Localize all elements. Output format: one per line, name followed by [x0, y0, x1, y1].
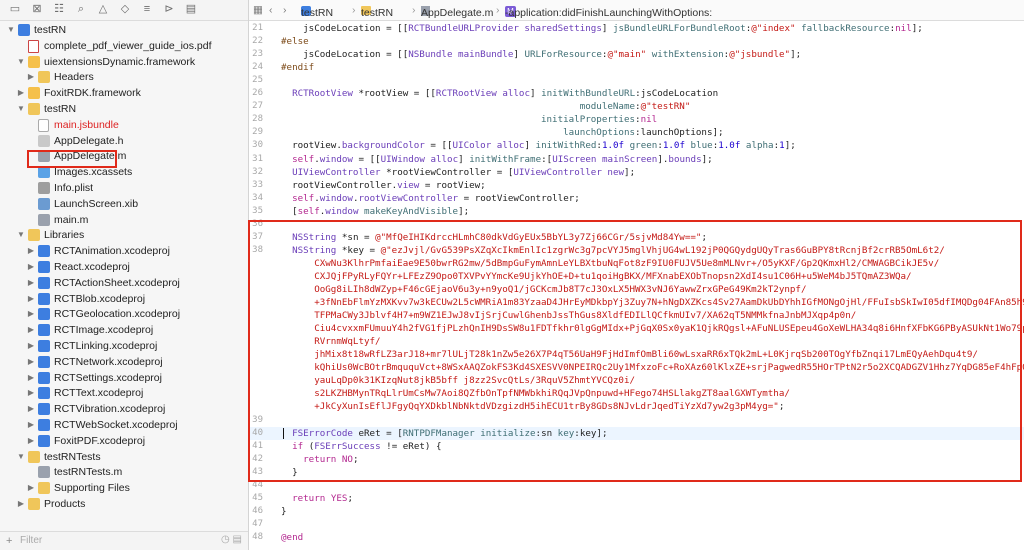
- debug-icon[interactable]: ≡: [140, 3, 154, 16]
- line-number: 29: [252, 127, 263, 138]
- forward-icon[interactable]: ›: [283, 3, 287, 17]
- navigator-item[interactable]: ▶ Products: [0, 495, 248, 513]
- xcodeproj-icon: [38, 324, 50, 337]
- project-navigator: ▭ ⊠ ☷ ⌕ △ ◇ ≡ ⊳ ▤ ▼ testRN complete_pdf_vi…: [0, 0, 249, 550]
- warning-icon[interactable]: △: [96, 3, 110, 16]
- breadcrumb-label: -application:didFinishLaunchingWithOptio…: [505, 7, 713, 19]
- xcodeproj-icon: [38, 403, 50, 416]
- code-line[interactable]: moduleName:@"testRN": [281, 101, 691, 112]
- framework-icon: [28, 87, 40, 100]
- line-number: 47: [252, 518, 263, 529]
- hierarchy-icon[interactable]: ☷: [52, 3, 66, 16]
- code-line[interactable]: }: [281, 506, 287, 517]
- code-line[interactable]: jsCodeLocation = [[RCTBundleURLProvider …: [281, 23, 923, 34]
- h-file-icon: [38, 134, 50, 147]
- source-control-icon[interactable]: ⊠: [30, 3, 44, 16]
- code-line[interactable]: @end: [281, 532, 303, 543]
- disclosure-closed-icon[interactable]: ▶: [16, 495, 26, 513]
- recent-files-icon[interactable]: ◷ ▤: [221, 534, 242, 545]
- code-line[interactable]: initialProperties:nil: [281, 114, 657, 125]
- line-number: 25: [252, 75, 263, 86]
- xib-icon: [38, 197, 50, 210]
- code-line[interactable]: UIViewController *rootViewController = […: [281, 167, 635, 178]
- file-tree: ▼ testRN complete_pdf_viewer_guide_ios.pdf…: [0, 21, 248, 533]
- m-file-icon: [38, 213, 50, 226]
- navigator-toolbar: ▭ ⊠ ☷ ⌕ △ ◇ ≡ ⊳ ▤: [0, 0, 248, 21]
- xcodeproj-icon: [38, 245, 50, 258]
- line-number: 30: [252, 140, 263, 151]
- folder-icon: [38, 482, 50, 495]
- xcodeproj-icon: [38, 340, 50, 352]
- line-number: 22: [252, 36, 263, 47]
- selection-highlight-box: [27, 150, 117, 168]
- code-line[interactable]: return YES;: [281, 493, 353, 504]
- chevron-right-icon: ›: [412, 4, 416, 16]
- line-number: 34: [252, 192, 263, 203]
- xcodeproj-icon: [38, 434, 50, 447]
- xcodeproj-icon: [38, 261, 50, 273]
- js-file-icon: [38, 118, 49, 132]
- code-line[interactable]: #endif: [281, 62, 314, 73]
- code-line[interactable]: self.window.rootViewController = rootVie…: [281, 193, 580, 204]
- add-icon[interactable]: +: [6, 535, 12, 547]
- line-number: 21: [252, 23, 263, 33]
- code-line[interactable]: #else: [281, 36, 309, 47]
- xcodeproj-icon: [38, 292, 50, 305]
- code-line[interactable]: jsCodeLocation = [[NSBundle mainBundle] …: [281, 49, 801, 60]
- project-icon: [18, 24, 30, 36]
- code-line[interactable]: self.window = [[UIWindow alloc] initWith…: [281, 154, 713, 165]
- chevron-right-icon: ›: [496, 4, 500, 16]
- xcodeproj-icon: [38, 355, 50, 368]
- line-number: 33: [252, 179, 263, 190]
- test-icon[interactable]: ◇: [118, 3, 132, 16]
- line-number: 27: [252, 101, 263, 112]
- filter-input[interactable]: Filter: [20, 535, 160, 547]
- line-number: 46: [252, 505, 263, 516]
- framework-icon: [28, 55, 40, 68]
- code-line[interactable]: rootView.backgroundColor = [[UIColor all…: [281, 140, 796, 151]
- code-line[interactable]: launchOptions:launchOptions];: [281, 127, 723, 138]
- code-highlight-box: [248, 220, 1022, 482]
- code-line[interactable]: rootViewController.view = rootView;: [281, 180, 486, 191]
- line-number: 26: [252, 88, 263, 99]
- line-number: 28: [252, 114, 263, 125]
- code-line[interactable]: [self.window makeKeyAndVisible];: [281, 206, 469, 217]
- breadcrumb-label: AppDelegate.m: [421, 7, 494, 19]
- line-number: 23: [252, 49, 263, 60]
- folder-icon: [28, 103, 40, 115]
- pdf-icon: [28, 39, 39, 53]
- back-icon[interactable]: ‹: [269, 3, 273, 17]
- chevron-right-icon: ›: [352, 4, 356, 16]
- xcodeproj-icon: [38, 308, 50, 321]
- line-number: 35: [252, 205, 263, 216]
- line-number: 45: [252, 492, 263, 503]
- xcodeproj-icon: [38, 387, 50, 400]
- report-icon[interactable]: ▤: [184, 3, 198, 16]
- line-number: 31: [252, 153, 263, 164]
- xcodeproj-icon: [38, 371, 50, 384]
- folder-icon: [28, 498, 40, 510]
- breakpoint-icon[interactable]: ⊳: [162, 3, 176, 16]
- line-number: 24: [252, 62, 263, 73]
- m-file-icon: [38, 466, 50, 479]
- folder-icon: [28, 229, 40, 242]
- line-number: 48: [252, 531, 263, 542]
- related-items-icon[interactable]: ▦: [253, 3, 263, 17]
- breadcrumb-label: testRN: [301, 7, 334, 19]
- line-number: 32: [252, 166, 263, 177]
- xcodeproj-icon: [38, 419, 50, 431]
- code-line[interactable]: RCTRootView *rootView = [[RCTRootView al…: [281, 88, 718, 99]
- jump-bar: ▦ ‹ › testRN › testRN › AppDelegate.m › …: [249, 0, 1024, 21]
- filter-bar: + Filter ◷ ▤: [0, 531, 248, 550]
- plist-icon: [38, 182, 50, 194]
- folder-icon[interactable]: ▭: [8, 3, 22, 16]
- navigator-item-label: Products: [44, 498, 86, 510]
- folder-icon: [28, 450, 40, 463]
- breadcrumb-label: testRN: [361, 7, 394, 19]
- search-icon[interactable]: ⌕: [74, 3, 88, 16]
- folder-icon: [38, 71, 50, 84]
- xcodeproj-icon: [38, 276, 50, 289]
